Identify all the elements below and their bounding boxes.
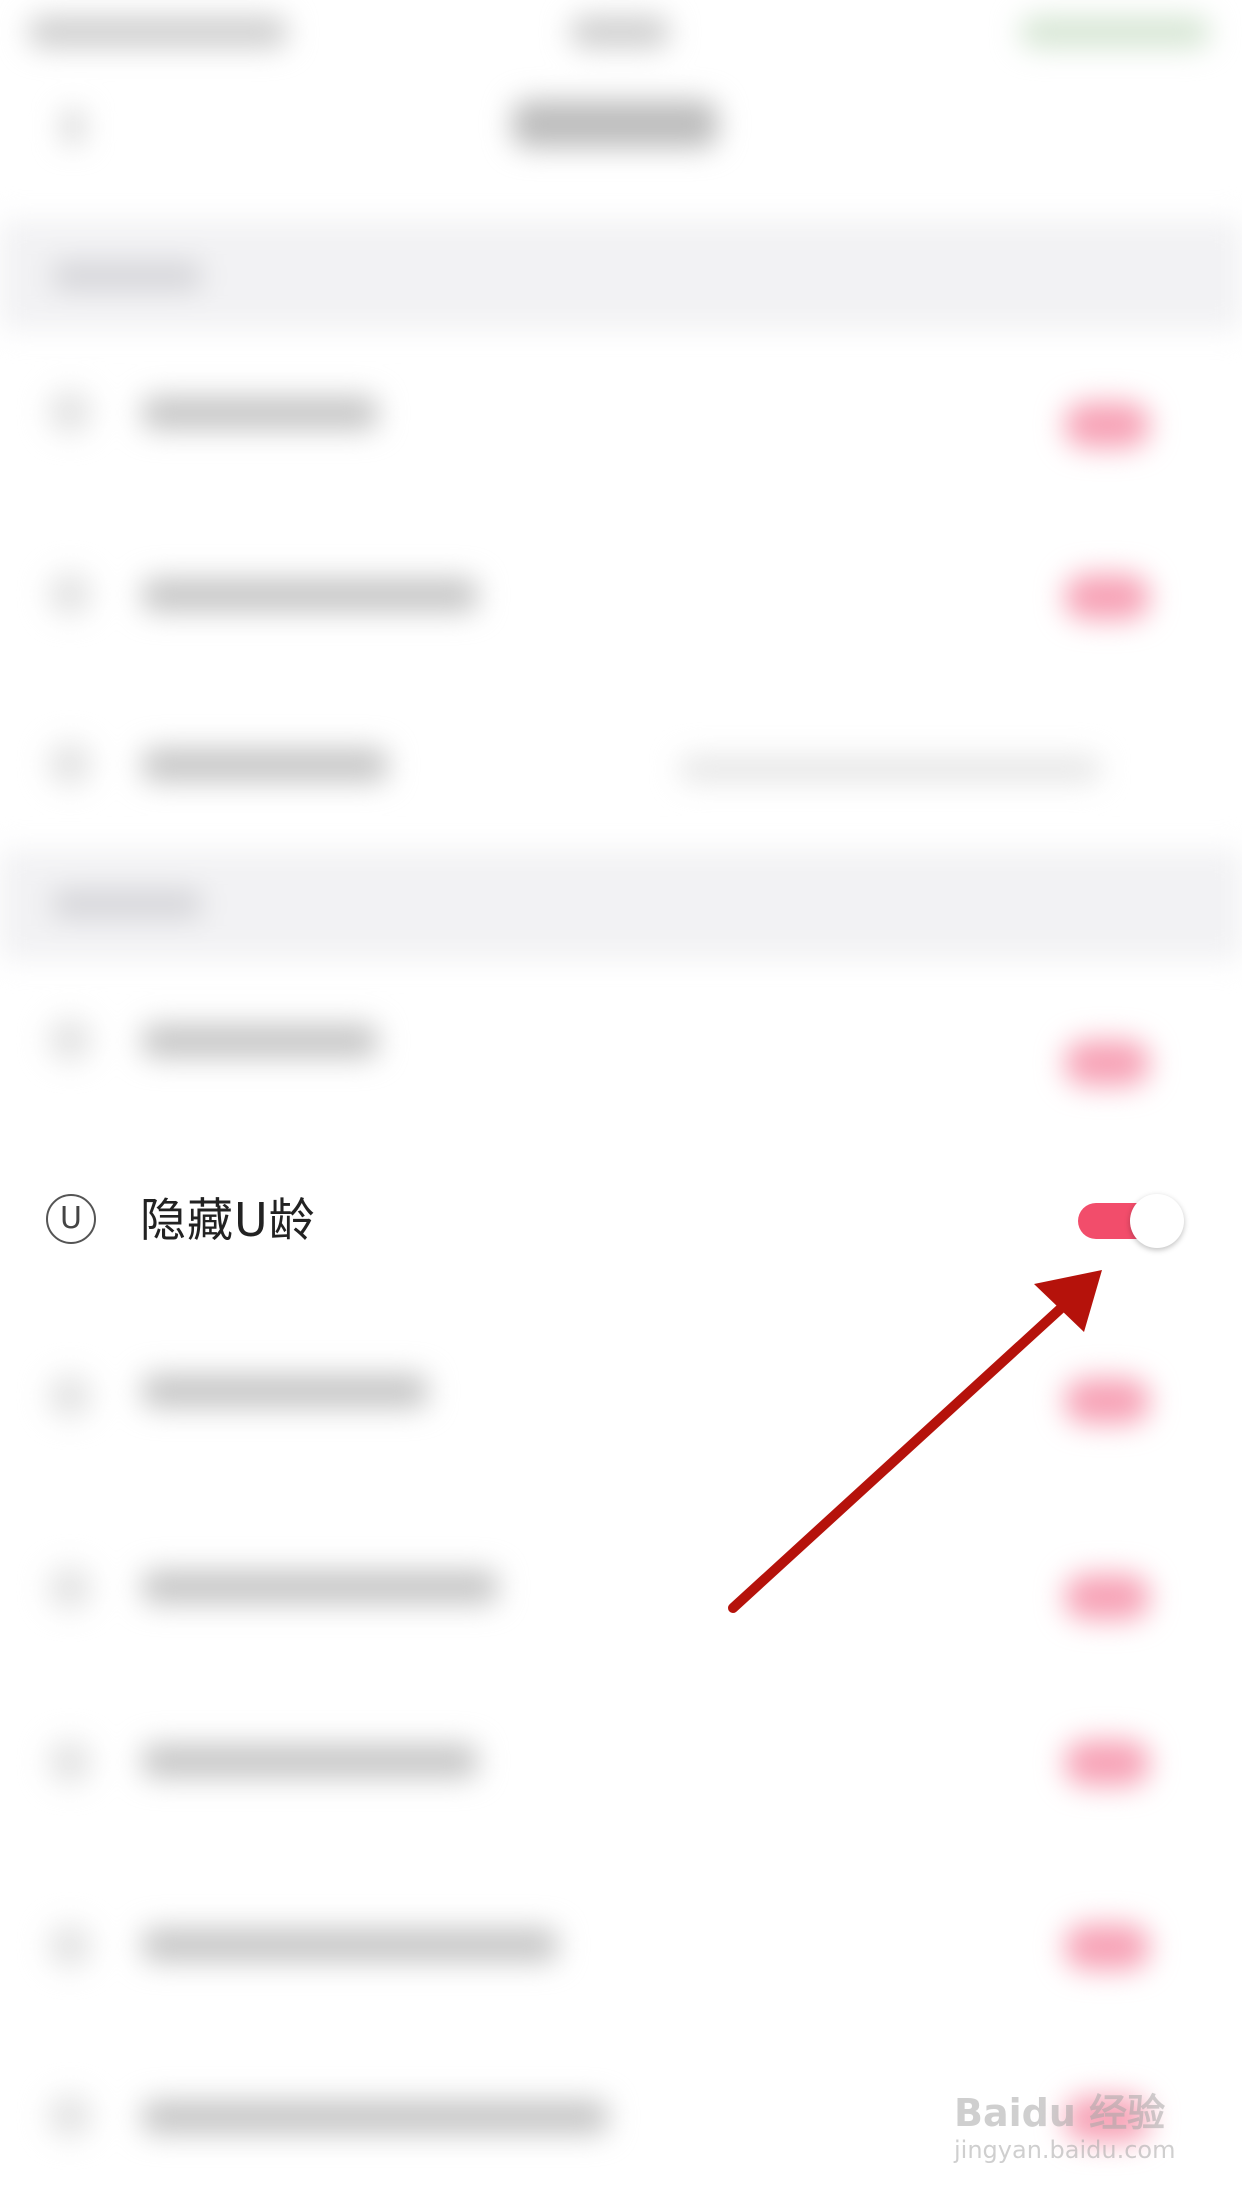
u-circle-icon: U — [46, 1194, 96, 1244]
row-icon — [48, 2094, 92, 2138]
watermark-line1: Baidu 经验 — [954, 2091, 1166, 2135]
row-toggle[interactable] — [1064, 1740, 1150, 1786]
row-icon — [48, 1018, 92, 1062]
settings-screen: U 隐藏U龄 Baidu 经验 jingyan.baidu.com — [0, 0, 1242, 2208]
row-value — [680, 756, 1100, 782]
row-label — [142, 1374, 428, 1408]
row-label — [142, 2100, 608, 2134]
row-label — [142, 748, 388, 782]
status-bar-left — [28, 16, 288, 48]
row-label — [142, 1928, 558, 1962]
row-icon — [48, 1740, 92, 1784]
status-bar-right — [1020, 16, 1210, 48]
row-label — [142, 578, 478, 612]
row-icon — [48, 1924, 92, 1968]
row-label — [142, 396, 378, 430]
row-label — [142, 1744, 478, 1778]
row-label — [142, 1570, 498, 1604]
row-label — [142, 1024, 378, 1058]
blurred-background — [0, 0, 1242, 2208]
status-bar-center — [570, 16, 670, 48]
row-toggle[interactable] — [1064, 1378, 1150, 1424]
row-icon — [48, 742, 92, 786]
hide-u-age-row[interactable]: U 隐藏U龄 — [0, 1166, 1242, 1274]
row-toggle[interactable] — [1064, 1924, 1150, 1970]
baidu-jingyan-watermark: Baidu 经验 jingyan.baidu.com — [950, 2076, 1210, 2186]
hide-u-age-label: 隐藏U龄 — [140, 1193, 316, 1247]
section-label-2 — [52, 890, 202, 918]
watermark-line2: jingyan.baidu.com — [954, 2136, 1176, 2164]
row-toggle[interactable] — [1064, 574, 1150, 620]
row-toggle[interactable] — [1064, 1040, 1150, 1086]
section-label-1 — [52, 262, 202, 290]
hide-u-age-toggle[interactable] — [1078, 1194, 1184, 1248]
row-icon — [48, 572, 92, 616]
row-icon — [48, 1566, 92, 1610]
row-toggle[interactable] — [1064, 1574, 1150, 1620]
row-icon — [48, 1374, 92, 1418]
back-icon[interactable] — [62, 110, 84, 144]
page-title — [512, 100, 718, 148]
row-icon — [48, 390, 92, 434]
row-toggle[interactable] — [1064, 402, 1150, 448]
toggle-knob — [1130, 1194, 1184, 1248]
u-icon-glyph: U — [60, 1201, 82, 1236]
